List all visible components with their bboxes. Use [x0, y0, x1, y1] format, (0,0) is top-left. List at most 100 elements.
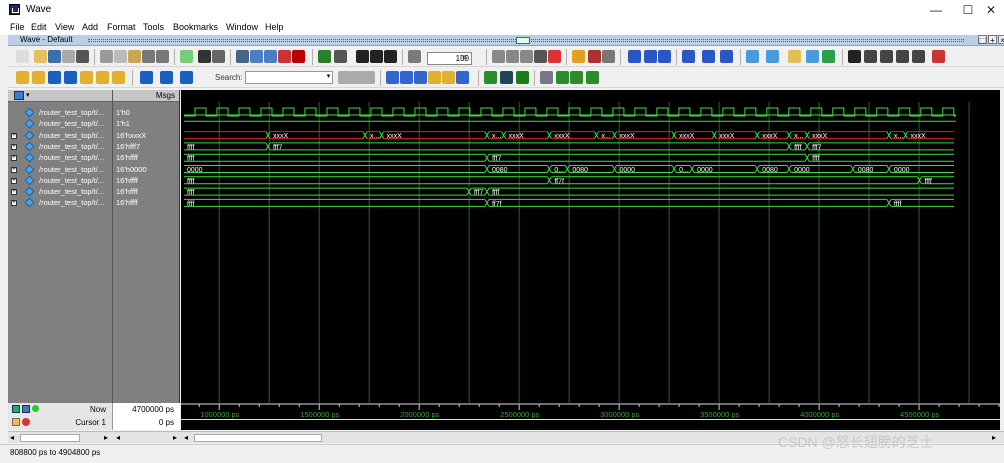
undo-icon[interactable] — [142, 50, 155, 63]
insert-icon[interactable] — [682, 50, 695, 63]
refresh-icon[interactable] — [822, 50, 835, 63]
signal-value-row[interactable]: 16'h0000 — [113, 164, 179, 175]
next-edge-icon[interactable] — [64, 71, 77, 84]
pan-icon[interactable] — [880, 50, 893, 63]
signal-row[interactable]: + /router_test_top/t/... — [8, 186, 112, 197]
wave-tree-icon[interactable] — [14, 91, 24, 100]
edit-icon[interactable] — [896, 50, 909, 63]
expand-icon[interactable]: + — [11, 166, 17, 173]
search-back-icon[interactable] — [140, 71, 153, 84]
zoom-in-icon[interactable] — [386, 71, 399, 84]
any-edge-icon[interactable] — [112, 71, 125, 84]
scroll-left-icon[interactable]: ◂ — [116, 433, 120, 442]
add-cursor-icon[interactable] — [22, 405, 30, 413]
search-next-icon[interactable] — [180, 71, 193, 84]
menu-tools[interactable]: Tools — [143, 22, 164, 32]
zoom-cursor-icon[interactable] — [428, 71, 441, 84]
cursor-pencil-icon[interactable] — [12, 418, 20, 426]
menu-bookmarks[interactable]: Bookmarks — [173, 22, 218, 32]
measure-icon[interactable] — [912, 50, 925, 63]
signal-row[interactable]: + /router_test_top/t/... — [8, 197, 112, 208]
zoom-last-icon[interactable] — [442, 71, 455, 84]
run-length-icon[interactable] — [408, 50, 421, 63]
expand-icon[interactable]: + — [11, 143, 17, 150]
find-icon[interactable] — [198, 50, 211, 63]
step-up-icon[interactable] — [356, 50, 369, 63]
sim-wave-icon[interactable] — [500, 71, 513, 84]
waveform-canvas[interactable]: xxxX x... xxxX x... xxxX xxxX x... xxxX xxxX xxxX… — [181, 90, 1000, 403]
signal-value-row[interactable]: 16'hxxxX — [113, 130, 179, 141]
step-forward-icon[interactable] — [384, 50, 397, 63]
pulse-icon[interactable] — [556, 71, 569, 84]
wave-scroll-thumb[interactable] — [194, 434, 322, 442]
reload-icon[interactable] — [62, 50, 75, 63]
menu-edit[interactable]: Edit — [31, 22, 47, 32]
signal-value-row[interactable]: 1'h1 — [113, 118, 179, 129]
stop-sim-icon[interactable] — [548, 50, 561, 63]
stretch-icon[interactable] — [586, 71, 599, 84]
new-file-icon[interactable] — [16, 50, 29, 63]
signal-row[interactable]: + /router_test_top/t/... — [8, 130, 112, 141]
arrow-up-icon[interactable] — [628, 50, 641, 63]
signal-value-row[interactable]: 16'hffff — [113, 197, 179, 208]
menu-file[interactable]: File — [10, 22, 25, 32]
expand-icon[interactable]: + — [11, 200, 17, 207]
zoom-range-icon[interactable] — [456, 71, 469, 84]
compile-icon[interactable] — [236, 50, 249, 63]
list-icon[interactable] — [212, 50, 225, 63]
menu-add[interactable]: Add — [82, 22, 98, 32]
prev-edge-icon[interactable] — [48, 71, 61, 84]
step-back-icon[interactable] — [370, 50, 383, 63]
scroll-right-icon[interactable]: ▸ — [104, 433, 108, 442]
signal-row[interactable]: + /router_test_top/t/... — [8, 175, 112, 186]
stop-icon[interactable] — [278, 50, 291, 63]
save-icon[interactable] — [48, 50, 61, 63]
signal-row[interactable]: /router_test_top/t/... — [8, 118, 112, 129]
scroll-left-icon[interactable]: ◂ — [10, 433, 14, 442]
scroll-right-icon[interactable]: ▸ — [992, 433, 996, 442]
paste-icon[interactable] — [128, 50, 141, 63]
signal-value-row[interactable]: 1'h0 — [113, 107, 179, 118]
expand-icon[interactable]: + — [11, 177, 17, 184]
grip-handle-icon[interactable] — [516, 37, 530, 44]
cursor-lock-icon[interactable] — [32, 405, 39, 412]
copy-icon[interactable] — [114, 50, 127, 63]
step-out-icon[interactable] — [602, 50, 615, 63]
restart-icon[interactable] — [334, 50, 347, 63]
add-wave-icon[interactable] — [180, 50, 193, 63]
menu-help[interactable]: Help — [265, 22, 284, 32]
dock-button[interactable]: ⬚ — [978, 35, 987, 45]
zoom-full-icon[interactable] — [414, 71, 427, 84]
wave-edit-icon[interactable] — [540, 71, 553, 84]
run-all-icon[interactable] — [520, 50, 533, 63]
expand-icon[interactable]: + — [11, 132, 17, 139]
rise-icon[interactable] — [80, 71, 93, 84]
break-icon[interactable] — [534, 50, 547, 63]
chevron-down-icon[interactable]: ▾ — [324, 72, 333, 83]
menu-view[interactable]: View — [55, 22, 74, 32]
bookmark-icon[interactable] — [766, 50, 779, 63]
expand-wave-icon[interactable] — [516, 71, 529, 84]
highlight-icon[interactable] — [788, 50, 801, 63]
expand-icon[interactable]: + — [11, 189, 17, 196]
search-fwd-icon[interactable] — [160, 71, 173, 84]
scroll-right-icon[interactable]: ▸ — [173, 433, 177, 442]
signal-row[interactable]: + /router_test_top/t/... — [8, 164, 112, 175]
names-scroll-thumb[interactable] — [20, 434, 80, 442]
scroll-left-icon[interactable]: ◂ — [184, 433, 188, 442]
undock-button[interactable]: + — [988, 35, 997, 45]
fall-icon[interactable] — [96, 71, 109, 84]
edge-icon[interactable] — [32, 71, 45, 84]
signal-value-row[interactable]: 16'hffff — [113, 186, 179, 197]
cursor-strip[interactable] — [181, 419, 1000, 430]
expand-icon[interactable] — [806, 50, 819, 63]
step-icon[interactable] — [572, 50, 585, 63]
signal-row[interactable]: + /router_test_top/t/... — [8, 152, 112, 163]
redo-icon[interactable] — [156, 50, 169, 63]
menu-window[interactable]: Window — [226, 22, 258, 32]
run-continue-icon[interactable] — [506, 50, 519, 63]
open-folder-icon[interactable] — [34, 50, 47, 63]
print-icon[interactable] — [76, 50, 89, 63]
bookmark-icon[interactable] — [746, 50, 759, 63]
zoom-mode-icon[interactable] — [864, 50, 877, 63]
